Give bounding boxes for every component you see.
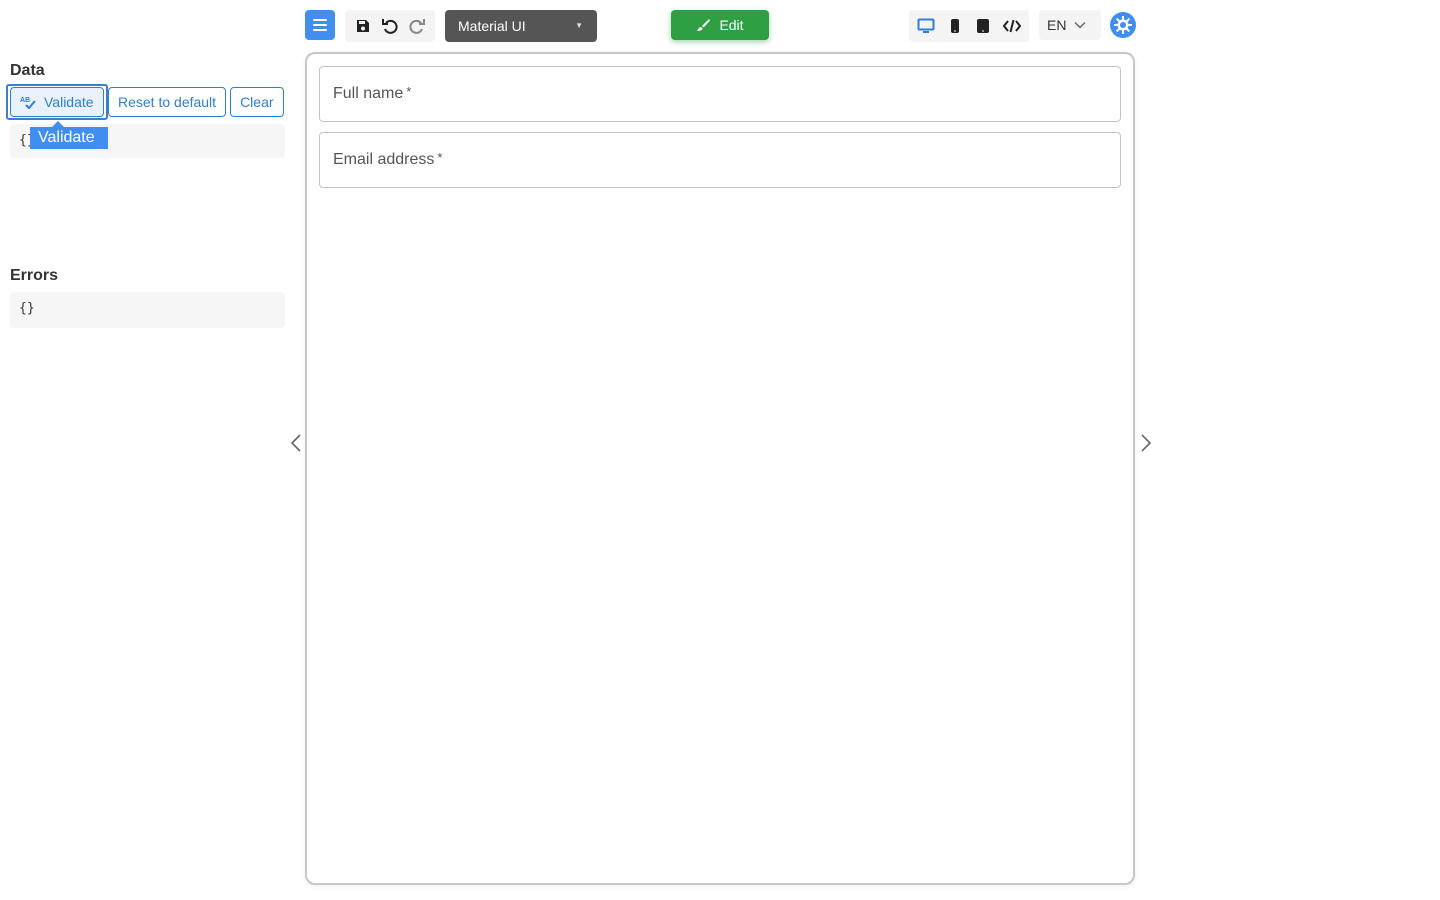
undo-button[interactable] — [378, 14, 402, 38]
form-preview-frame: Full name * Email address * — [305, 52, 1135, 885]
spellcheck-icon: AB — [20, 97, 36, 109]
email-address-label: Email address — [333, 151, 435, 168]
code-view-button[interactable] — [1000, 14, 1024, 38]
collapse-left-panel-button[interactable] — [288, 432, 304, 454]
validate-button[interactable]: AB Validate — [10, 87, 104, 117]
validate-button-label: Validate — [44, 94, 94, 110]
history-toolbar-group — [345, 10, 435, 42]
full-name-required-mark: * — [406, 83, 412, 99]
desktop-icon — [917, 18, 935, 33]
redo-button[interactable] — [405, 14, 429, 38]
hamburger-menu-icon — [313, 19, 327, 31]
collapse-right-panel-button[interactable] — [1138, 432, 1154, 454]
tablet-icon — [977, 19, 990, 33]
settings-button[interactable] — [1110, 12, 1136, 38]
reset-to-default-button[interactable]: Reset to default — [108, 87, 227, 117]
clear-button[interactable]: Clear — [230, 87, 284, 117]
data-actions: AB Validate Reset to default Clear — [10, 87, 284, 117]
full-name-field[interactable]: Full name * — [319, 66, 1121, 122]
edit-button-label: Edit — [719, 17, 744, 33]
code-icon — [1002, 19, 1021, 33]
email-address-field[interactable]: Email address * — [319, 132, 1121, 188]
email-address-required-mark: * — [437, 149, 443, 165]
gear-icon — [1114, 16, 1132, 34]
chevron-down-icon — [1074, 21, 1086, 29]
svg-text:AB: AB — [20, 97, 30, 104]
theme-select-value: Material UI — [458, 18, 526, 34]
validate-tooltip: Validate — [30, 121, 108, 149]
edit-button[interactable]: Edit — [671, 10, 769, 40]
paintbrush-icon — [697, 19, 711, 31]
caret-down-icon: ▼ — [575, 21, 583, 30]
chevron-left-icon — [290, 434, 301, 452]
mobile-view-button[interactable] — [943, 14, 967, 38]
errors-section-title: Errors — [10, 267, 59, 284]
full-name-label: Full name — [333, 85, 404, 102]
redo-icon — [409, 19, 426, 34]
device-toolbar-group — [909, 10, 1029, 42]
top-toolbar: Material UI ▼ Edit EN — [305, 10, 1136, 42]
floppy-disk-icon — [356, 20, 369, 32]
mobile-icon — [950, 19, 959, 33]
desktop-view-button[interactable] — [914, 14, 938, 38]
menu-button[interactable] — [305, 10, 335, 40]
undo-icon — [381, 19, 398, 34]
language-select[interactable]: EN — [1039, 10, 1101, 40]
chevron-right-icon — [1141, 434, 1152, 452]
save-button[interactable] — [351, 14, 375, 38]
theme-select[interactable]: Material UI ▼ — [445, 10, 597, 42]
tablet-view-button[interactable] — [971, 14, 995, 38]
language-select-value: EN — [1047, 17, 1067, 33]
errors-json-view: {} — [10, 292, 285, 328]
data-section-title: Data — [10, 62, 45, 79]
